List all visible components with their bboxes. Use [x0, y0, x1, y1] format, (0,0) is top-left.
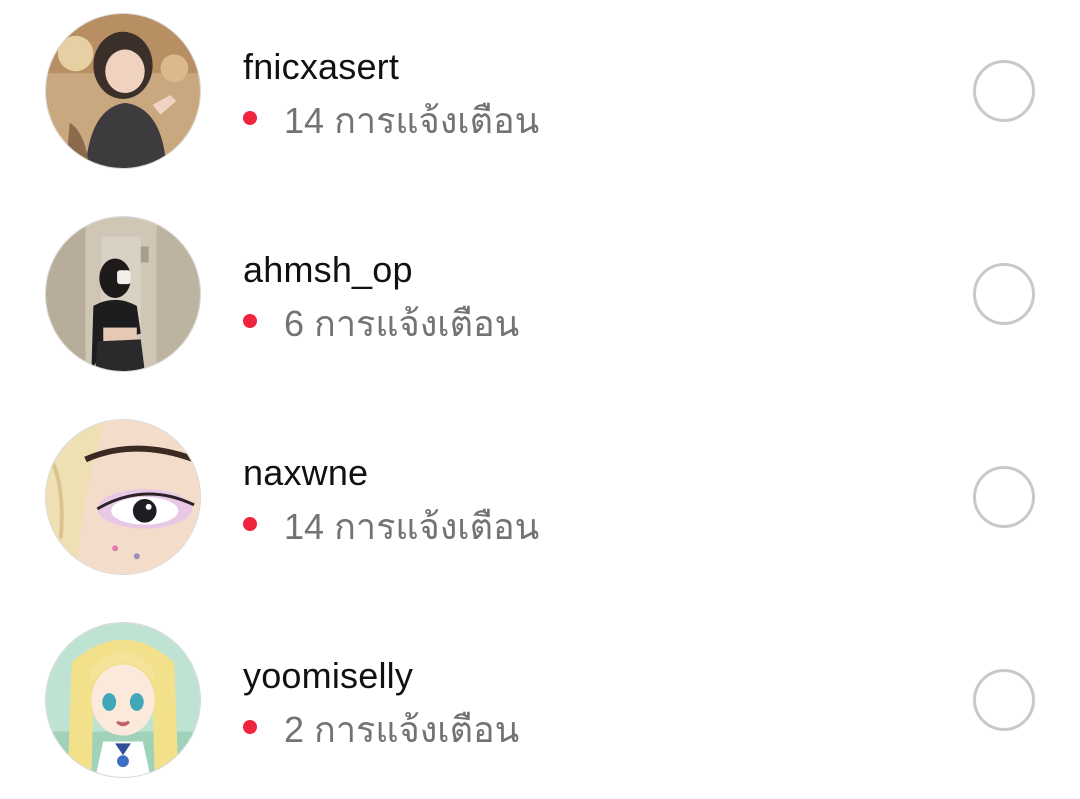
notification-count: 6 [284, 303, 305, 344]
notification-dot-icon [243, 517, 257, 531]
avatar-photo-icon [46, 217, 200, 371]
notification-summary: 14 การแจ้งเตือน [243, 99, 539, 143]
username: ahmsh_op [243, 249, 413, 290]
avatar-photo-icon [46, 14, 200, 168]
notification-count-text: 6 การแจ้งเตือน [284, 302, 519, 346]
avatar [45, 216, 201, 372]
avatar [45, 622, 201, 778]
notification-label: การแจ้งเตือน [314, 709, 520, 750]
select-radio-button[interactable] [973, 669, 1035, 731]
notification-count-text: 14 การแจ้งเตือน [284, 505, 539, 549]
notification-count: 14 [284, 100, 325, 141]
notification-dot-icon [243, 720, 257, 734]
notification-summary: 6 การแจ้งเตือน [243, 302, 519, 346]
avatar-illustration-icon [46, 420, 200, 574]
notification-count-text: 14 การแจ้งเตือน [284, 99, 539, 143]
account-row-ahmsh_op[interactable]: ahmsh_op 6 การแจ้งเตือน [0, 203, 1080, 393]
username: naxwne [243, 452, 369, 493]
notification-count-text: 2 การแจ้งเตือน [284, 708, 519, 752]
username: yoomiselly [243, 655, 414, 696]
notification-summary: 2 การแจ้งเตือน [243, 708, 519, 752]
notification-summary: 14 การแจ้งเตือน [243, 505, 539, 549]
notification-count: 2 [284, 709, 305, 750]
notification-count: 14 [284, 506, 325, 547]
username: fnicxasert [243, 46, 400, 87]
avatar-illustration-icon [46, 623, 200, 777]
account-row-fnicxasert[interactable]: fnicxasert 14 การแจ้งเตือน [0, 0, 1080, 190]
select-radio-button[interactable] [973, 263, 1035, 325]
notification-label: การแจ้งเตือน [334, 100, 540, 141]
avatar [45, 419, 201, 575]
account-row-naxwne[interactable]: naxwne 14 การแจ้งเตือน [0, 406, 1080, 596]
notification-label: การแจ้งเตือน [334, 506, 540, 547]
account-row-yoomiselly[interactable]: yoomiselly 2 การแจ้งเตือน [0, 609, 1080, 799]
notification-dot-icon [243, 111, 257, 125]
account-list: fnicxasert 14 การแจ้งเตือน ahmsh_op 6 กา… [0, 0, 1080, 799]
select-radio-button[interactable] [973, 60, 1035, 122]
select-radio-button[interactable] [973, 466, 1035, 528]
avatar [45, 13, 201, 169]
notification-dot-icon [243, 314, 257, 328]
notification-label: การแจ้งเตือน [314, 303, 520, 344]
